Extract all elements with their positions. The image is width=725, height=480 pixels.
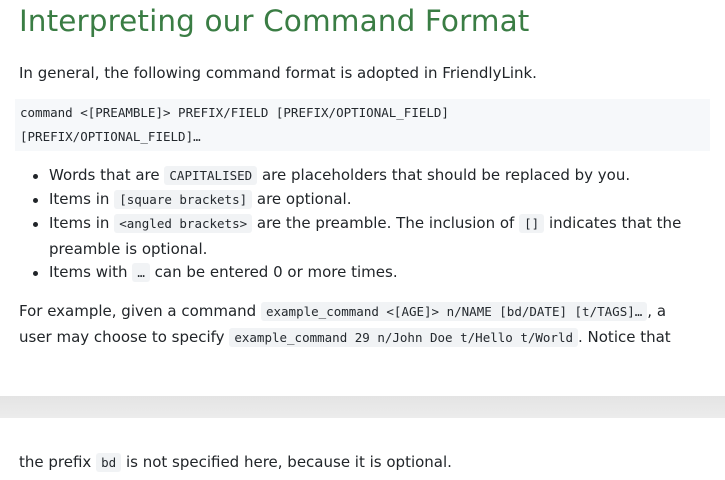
inline-code: [] — [519, 214, 545, 233]
page-title: Interpreting our Command Format — [19, 4, 530, 38]
inline-code: <angled brackets> — [114, 214, 253, 233]
list-item: Items with … can be entered 0 or more ti… — [49, 263, 398, 282]
inline-code: … — [132, 263, 150, 282]
example-line-2: user may choose to specify example_comma… — [19, 328, 671, 347]
documentation-page-continued: the prefix bd is not specified here, bec… — [0, 418, 725, 480]
documentation-page: Interpreting our Command Format In gener… — [0, 0, 725, 396]
command-format-line-1: command <[PREAMBLE]> PREFIX/FIELD [PREFI… — [20, 105, 449, 120]
page-break-divider — [0, 396, 725, 418]
list-item-continuation: preamble is optional. — [49, 240, 208, 258]
list-item: Items in [square brackets] are optional. — [49, 190, 352, 209]
command-format-block: command <[PREAMBLE]> PREFIX/FIELD [PREFI… — [15, 99, 710, 151]
inline-code: [square brackets] — [114, 190, 253, 209]
list-item: Words that are CAPITALISED are placehold… — [49, 166, 631, 185]
bullet-dot — [33, 271, 38, 276]
list-item: Items in <angled brackets> are the pream… — [49, 214, 682, 233]
bullet-dot — [33, 222, 38, 227]
inline-code: example_command <[AGE]> n/NAME [bd/DATE]… — [260, 302, 648, 321]
example-line-1: For example, given a command example_com… — [19, 302, 667, 321]
intro-paragraph: In general, the following command format… — [19, 64, 537, 82]
bullet-dot — [33, 198, 38, 203]
inline-code: CAPITALISED — [164, 166, 258, 185]
inline-code: bd — [96, 453, 122, 472]
bullet-dot — [33, 174, 38, 179]
inline-code: example_command 29 n/John Doe t/Hello t/… — [229, 328, 578, 347]
continuation-paragraph: the prefix bd is not specified here, bec… — [19, 453, 452, 472]
command-format-line-2: [PREFIX/OPTIONAL_FIELD]… — [20, 129, 201, 144]
